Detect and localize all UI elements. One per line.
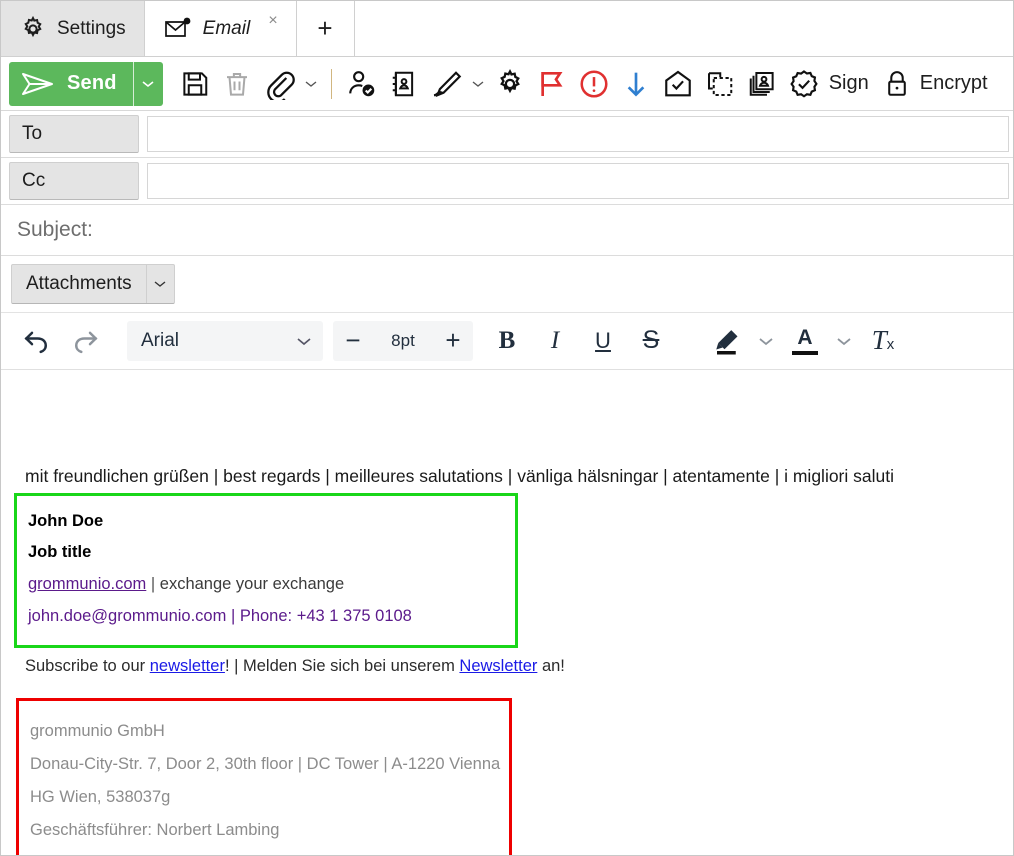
italic-button[interactable]: I <box>533 319 577 363</box>
clear-formatting-sub: x <box>886 336 895 354</box>
attach-dropdown-caret-icon[interactable] <box>301 62 321 106</box>
font-size-value[interactable]: 8pt <box>373 331 433 351</box>
strikethrough-button[interactable]: S <box>629 319 673 363</box>
text-color-button[interactable]: A <box>783 319 827 363</box>
send-button-label: Send <box>67 72 117 94</box>
signature-job-title: Job title <box>28 542 92 561</box>
encrypt-button-label: Encrypt <box>919 72 988 94</box>
text-color-label: A <box>797 325 813 349</box>
save-draft-icon[interactable] <box>175 62 215 106</box>
legal-line: HG Wien, 538037g <box>30 787 171 806</box>
signature-highlight-box: John Doe Job title grommunio.com | excha… <box>14 492 518 648</box>
redo-icon[interactable] <box>63 319 107 363</box>
encrypt-button[interactable]: Encrypt <box>879 62 996 106</box>
tab-email-label: Email <box>202 17 251 39</box>
clear-formatting-label: T <box>871 325 887 356</box>
delete-icon[interactable] <box>217 62 257 106</box>
low-importance-icon[interactable] <box>616 62 656 106</box>
sign-button[interactable]: Sign <box>784 62 877 106</box>
bold-button[interactable]: B <box>485 319 529 363</box>
paste-special-icon[interactable] <box>700 62 740 106</box>
sign-button-label: Sign <box>828 72 869 94</box>
subscribe-line: Subscribe to our newsletter! | Melden Si… <box>1 657 1013 676</box>
font-family-select[interactable]: Arial <box>127 320 323 361</box>
subscribe-prefix: Subscribe to our <box>25 656 150 675</box>
cc-button[interactable]: Cc <box>9 161 139 200</box>
cc-input[interactable] <box>147 162 1009 199</box>
subscribe-suffix: an! <box>537 656 565 675</box>
attach-file-icon[interactable] <box>259 62 299 106</box>
cc-row: Cc <box>1 158 1013 204</box>
newsletter-link-en[interactable]: newsletter <box>150 657 225 675</box>
legal-line: Geschäftsführer: Norbert Lambing <box>30 820 280 839</box>
tab-settings-label: Settings <box>57 17 126 39</box>
main-toolbar: Send Sign Encrypt <box>1 57 1013 111</box>
legal-line: grommunio GmbH <box>30 721 165 740</box>
envelope-new-mail-icon <box>163 16 193 42</box>
chevron-down-icon <box>295 335 313 347</box>
signature-tagline: exchange your exchange <box>159 575 345 594</box>
text-color-swatch <box>792 350 818 355</box>
lock-icon <box>883 68 911 100</box>
mail-compose-window: Settings Email × + Send Sign Encrypt To … <box>0 0 1014 856</box>
subject-row <box>1 205 1013 256</box>
options-gear-icon[interactable] <box>490 62 530 106</box>
subject-input[interactable] <box>15 216 974 243</box>
send-options-caret-icon[interactable] <box>132 61 163 106</box>
chevron-down-icon[interactable] <box>145 264 174 303</box>
newsletter-link-de[interactable]: Newsletter <box>459 657 537 675</box>
send-button-group[interactable]: Send <box>9 61 163 106</box>
font-family-value: Arial <box>141 329 180 351</box>
tab-email[interactable]: Email × <box>144 1 297 56</box>
signature-contact-line: john.doe@grommunio.com | Phone: +43 1 37… <box>28 600 515 632</box>
highlight-color-caret-icon[interactable] <box>753 319 779 363</box>
signature-phone: Phone: +43 1 375 0108 <box>239 607 412 626</box>
format-toolbar: Arial − 8pt + B I U S A Tx <box>1 312 1013 370</box>
close-icon[interactable]: × <box>268 13 277 29</box>
gear-icon <box>19 15 47 43</box>
highlight-pen-icon[interactable] <box>705 319 749 363</box>
address-book-icon[interactable] <box>384 62 424 106</box>
underline-button[interactable]: U <box>581 319 625 363</box>
tab-strip-filler <box>355 1 1013 56</box>
check-names-icon[interactable] <box>342 62 382 106</box>
message-body-editor[interactable]: mit freundlichen grüßen | best regards |… <box>1 369 1013 856</box>
high-importance-icon[interactable] <box>574 62 614 106</box>
undo-icon[interactable] <box>15 319 59 363</box>
legal-highlight-box: grommunio GmbH Donau-City-Str. 7, Door 2… <box>16 697 512 856</box>
clear-formatting-button[interactable]: Tx <box>861 319 905 363</box>
font-size-stepper: − 8pt + <box>333 320 473 361</box>
signature-email-link[interactable]: john.doe@grommunio.com <box>28 607 226 625</box>
signature-contact-separator: | <box>226 607 240 626</box>
text-color-caret-icon[interactable] <box>831 319 857 363</box>
attachments-button-label[interactable]: Attachments <box>12 265 146 303</box>
tab-strip: Settings Email × + <box>1 1 1013 57</box>
signature-website-separator: | <box>146 575 160 594</box>
greeting-line: mit freundlichen grüßen | best regards |… <box>25 465 894 486</box>
attachments-button-group[interactable]: Attachments <box>11 263 175 304</box>
to-row: To <box>1 111 1013 157</box>
signature-website-link[interactable]: grommunio.com <box>28 575 146 593</box>
attachments-row: Attachments <box>1 256 1013 313</box>
signature-website-line: grommunio.com | exchange your exchange <box>28 568 515 600</box>
sign-badge-check-icon <box>788 68 820 100</box>
contact-card-icon[interactable] <box>742 62 782 106</box>
legal-line: Donau-City-Str. 7, Door 2, 30th floor | … <box>30 754 501 773</box>
signature-icon[interactable] <box>426 62 466 106</box>
font-size-increase-button[interactable]: + <box>433 321 473 361</box>
to-button[interactable]: To <box>9 115 139 153</box>
flag-icon[interactable] <box>532 62 572 106</box>
subscribe-mid: ! | Melden Sie sich bei unserem <box>224 656 460 675</box>
read-receipt-icon[interactable] <box>658 62 698 106</box>
font-size-decrease-button[interactable]: − <box>333 321 373 361</box>
to-input[interactable] <box>147 116 1009 152</box>
send-button[interactable]: Send <box>9 62 133 106</box>
signature-name: John Doe <box>28 511 104 530</box>
toolbar-separator <box>330 68 332 99</box>
tab-settings[interactable]: Settings <box>1 1 145 56</box>
send-paper-plane-icon <box>21 71 55 97</box>
new-tab-button[interactable]: + <box>297 1 355 56</box>
signature-dropdown-caret-icon[interactable] <box>468 62 488 106</box>
